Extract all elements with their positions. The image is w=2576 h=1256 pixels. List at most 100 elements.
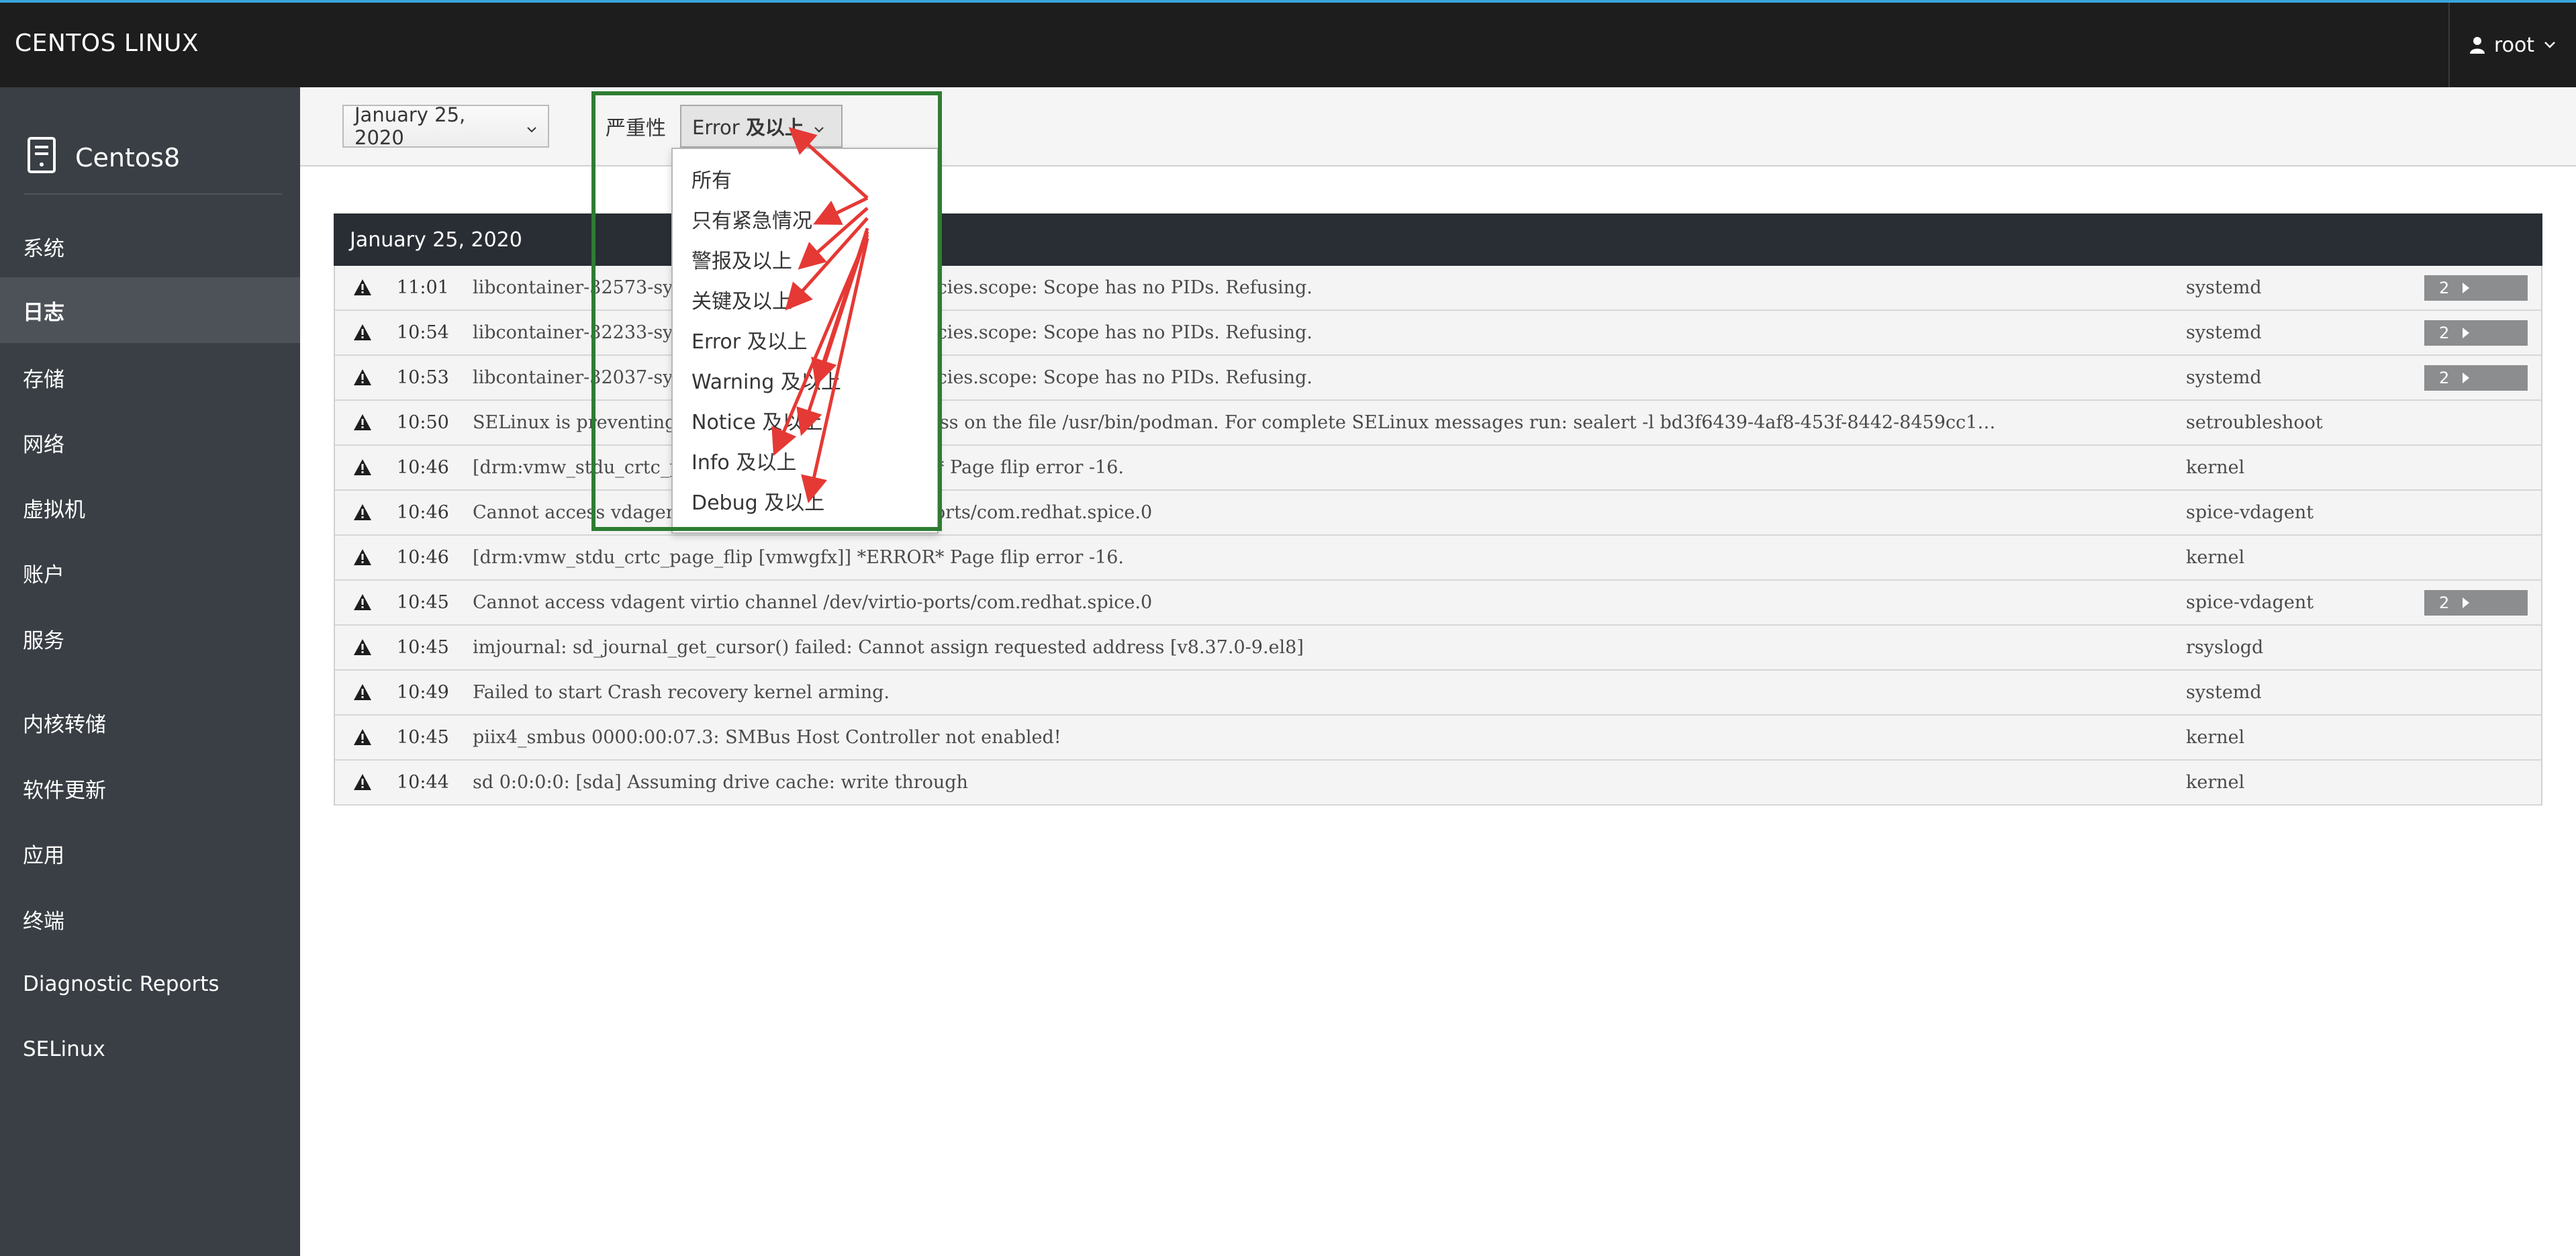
caret-right-icon bbox=[2463, 283, 2470, 293]
warning-triangle-icon bbox=[352, 278, 373, 299]
sidebar-item-system[interactable]: 系统 bbox=[0, 213, 300, 279]
log-count-badge[interactable]: 2 bbox=[2424, 590, 2528, 616]
warning-triangle-icon bbox=[352, 773, 373, 794]
log-message: piix4_smbus 0000:00:07.3: SMBus Host Con… bbox=[473, 727, 1061, 748]
caret-right-icon bbox=[2463, 597, 2470, 608]
log-row[interactable]: 10:44 sd 0:0:0:0: [sda] Assuming drive ca… bbox=[335, 761, 2541, 806]
log-identifier: setroubleshoot bbox=[2186, 412, 2323, 433]
log-row[interactable]: 10:49 Failed to start Crash recovery kern… bbox=[335, 671, 2541, 716]
log-row[interactable]: 11:01libcontainer-32573-systemd-test-def… bbox=[335, 266, 2541, 311]
severity-option-notice[interactable]: Notice 及以上 bbox=[691, 405, 822, 435]
user-icon bbox=[2469, 36, 2485, 54]
warning-triangle-icon bbox=[352, 458, 373, 479]
log-time: 10:53 bbox=[397, 367, 449, 388]
warning-triangle-icon bbox=[352, 503, 373, 524]
log-message: imjournal: sd_journal_get_cursor() faile… bbox=[473, 637, 1304, 658]
sidebar-item-virtual-machines[interactable]: 虚拟机 bbox=[0, 475, 300, 540]
warning-triangle-icon bbox=[352, 593, 373, 614]
log-identifier: kernel bbox=[2186, 772, 2245, 793]
log-row[interactable]: 10:46 [drm:vmw_stdu_crtc_page_flip [vmwgf… bbox=[335, 536, 2541, 581]
log-identifier: systemd bbox=[2186, 367, 2262, 388]
log-count-badge[interactable]: 2 bbox=[2424, 275, 2528, 301]
top-navbar: CENTOS LINUX root bbox=[0, 0, 2576, 87]
log-time: 10:44 bbox=[397, 772, 449, 793]
log-time: 10:46 bbox=[397, 547, 449, 568]
log-identifier: kernel bbox=[2186, 547, 2245, 568]
log-row[interactable]: 10:46Cannot access vdagent virtio channe… bbox=[335, 491, 2541, 536]
log-identifier: systemd bbox=[2186, 682, 2262, 703]
log-row[interactable]: 10:50 SELinux is preventing podman from m… bbox=[335, 401, 2541, 446]
log-message: [drm:vmw_stdu_crtc_page_flip [vmwgfx]] *… bbox=[473, 547, 1124, 568]
severity-option-debug[interactable]: Debug 及以上 bbox=[691, 486, 824, 516]
sidebar-item-storage[interactable]: 存储 bbox=[0, 344, 300, 410]
sidebar-item-accounts[interactable]: 账户 bbox=[0, 540, 300, 606]
warning-triangle-icon bbox=[352, 368, 373, 389]
sidebar-item-logs[interactable]: 日志 bbox=[0, 277, 300, 343]
log-identifier: rsyslogd bbox=[2186, 637, 2264, 658]
sidebar-item-diagnostic-reports[interactable]: Diagnostic Reports bbox=[0, 951, 300, 1017]
severity-option-alert[interactable]: 警报及以上 bbox=[691, 244, 792, 274]
warning-triangle-icon bbox=[352, 548, 373, 569]
log-message: Failed to start Crash recovery kernel ar… bbox=[473, 682, 890, 703]
log-row[interactable]: 10:45 piix4_smbus 0000:00:07.3: SMBus Hos… bbox=[335, 716, 2541, 761]
severity-option-critical[interactable]: 关键及以上 bbox=[691, 285, 792, 314]
log-identifier: spice-vdagent bbox=[2186, 592, 2314, 613]
chevron-down-icon bbox=[814, 115, 824, 138]
log-time: 10:50 bbox=[397, 412, 449, 433]
caret-right-icon bbox=[2463, 373, 2470, 383]
log-identifier: kernel bbox=[2186, 727, 2245, 748]
sidebar-item-services[interactable]: 服务 bbox=[0, 606, 300, 671]
chevron-down-icon bbox=[526, 115, 537, 138]
sidebar-item-terminal[interactable]: 终端 bbox=[0, 886, 300, 952]
sidebar-item-applications[interactable]: 应用 bbox=[0, 820, 300, 886]
severity-dropdown-menu: 所有 只有紧急情况 警报及以上 关键及以上 Error 及以上 Warning … bbox=[671, 148, 939, 534]
host-name: Centos8 bbox=[75, 143, 181, 173]
brand-title: CENTOS LINUX bbox=[15, 30, 199, 57]
log-row[interactable]: 10:54libcontainer-32233-systemd-test-def… bbox=[335, 311, 2541, 356]
log-row[interactable]: 10:53libcontainer-32037-systemd-test-def… bbox=[335, 356, 2541, 401]
user-menu-button[interactable]: root bbox=[2448, 3, 2576, 87]
severity-option-emergency[interactable]: 只有紧急情况 bbox=[691, 204, 812, 234]
warning-triangle-icon bbox=[352, 413, 373, 434]
severity-select-value: Error 及以上 bbox=[692, 116, 804, 139]
date-select[interactable]: January 25, 2020 bbox=[342, 103, 549, 149]
log-row[interactable]: 10:45 Cannot access vdagent virtio channe… bbox=[335, 581, 2541, 626]
log-row[interactable]: 10:46[drm:vmw_stdu_crtc_page_flip [vmwgf… bbox=[335, 446, 2541, 491]
log-count-badge[interactable]: 2 bbox=[2424, 365, 2528, 391]
log-time: 10:45 bbox=[397, 592, 449, 613]
severity-option-error[interactable]: Error 及以上 bbox=[691, 325, 808, 354]
log-message: sd 0:0:0:0: [sda] Assuming drive cache: … bbox=[473, 772, 968, 793]
log-identifier: systemd bbox=[2186, 322, 2262, 343]
warning-triangle-icon bbox=[352, 683, 373, 704]
sidebar-item-selinux[interactable]: SELinux bbox=[0, 1016, 300, 1082]
warning-triangle-icon bbox=[352, 323, 373, 344]
severity-option-info[interactable]: Info 及以上 bbox=[691, 446, 796, 475]
server-icon bbox=[27, 136, 56, 180]
log-time: 11:01 bbox=[397, 277, 449, 298]
severity-select[interactable]: Error 及以上 bbox=[680, 105, 843, 148]
sidebar-item-software-updates[interactable]: 软件更新 bbox=[0, 755, 300, 821]
log-time: 10:45 bbox=[397, 727, 449, 748]
log-message: Cannot access vdagent virtio channel /de… bbox=[473, 592, 1153, 613]
warning-triangle-icon bbox=[352, 638, 373, 659]
log-row[interactable]: 10:45 imjournal: sd_journal_get_cursor() … bbox=[335, 626, 2541, 671]
log-count-badge[interactable]: 2 bbox=[2424, 320, 2528, 346]
log-time: 10:54 bbox=[397, 322, 449, 343]
log-day-header: January 25, 2020 bbox=[334, 213, 2542, 266]
user-name: root bbox=[2493, 33, 2535, 57]
log-identifier: systemd bbox=[2186, 277, 2262, 298]
sidebar-item-networking[interactable]: 网络 bbox=[0, 409, 300, 475]
host-switcher[interactable]: Centos8 bbox=[27, 121, 282, 195]
log-time: 10:45 bbox=[397, 637, 449, 658]
log-entries-list: 11:01libcontainer-32573-systemd-test-def… bbox=[334, 266, 2542, 806]
date-select-label: January 25, 2020 bbox=[354, 103, 466, 149]
log-identifier: kernel bbox=[2186, 457, 2245, 478]
warning-triangle-icon bbox=[352, 728, 373, 749]
log-time: 10:49 bbox=[397, 682, 449, 703]
severity-option-warning[interactable]: Warning 及以上 bbox=[691, 365, 841, 395]
severity-option-all[interactable]: 所有 bbox=[691, 164, 732, 193]
log-identifier: spice-vdagent bbox=[2186, 502, 2314, 523]
sidebar-divider bbox=[24, 193, 282, 195]
sidebar-item-kernel-dump[interactable]: 内核转储 bbox=[0, 689, 300, 755]
log-time: 10:46 bbox=[397, 502, 449, 523]
